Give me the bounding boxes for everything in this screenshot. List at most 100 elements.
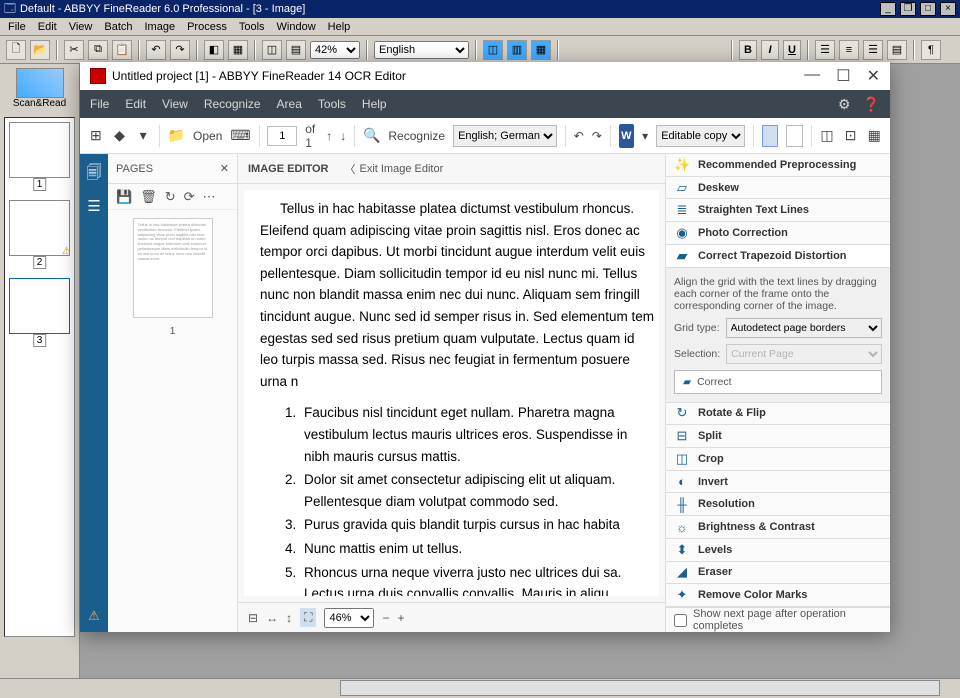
- fit-height-icon[interactable]: ↕: [286, 611, 292, 625]
- deskew[interactable]: ▱Deskew: [666, 177, 890, 200]
- fr14-menu-tools[interactable]: Tools: [318, 97, 346, 111]
- copy-icon[interactable]: ⧉: [88, 40, 108, 60]
- dropdown-icon[interactable]: ▾: [135, 124, 151, 148]
- page-up-icon[interactable]: ↑: [326, 129, 332, 143]
- recommended-preprocessing[interactable]: ✨Recommended Preprocessing: [666, 154, 890, 177]
- fr6-menu-window[interactable]: Window: [277, 21, 316, 33]
- word-icon[interactable]: W: [619, 124, 635, 148]
- fit-width-icon[interactable]: ↔: [266, 611, 278, 625]
- resolution[interactable]: ╫Resolution: [666, 493, 890, 516]
- straighten-lines[interactable]: ≣Straighten Text Lines: [666, 199, 890, 222]
- help-icon[interactable]: ❓: [863, 96, 880, 113]
- pages-close-icon[interactable]: ✕: [220, 162, 229, 175]
- redo-icon-14[interactable]: ↷: [592, 129, 602, 143]
- fr6-zoom-select[interactable]: 42%: [310, 41, 360, 59]
- fr6-btn-a[interactable]: ◧: [204, 40, 224, 60]
- tool-icon-a[interactable]: ◫: [819, 124, 835, 148]
- fr14-menu-view[interactable]: View: [162, 97, 188, 111]
- new-icon[interactable]: 🗋: [6, 40, 26, 60]
- photo-correction[interactable]: ◉Photo Correction: [666, 222, 890, 245]
- exit-editor-button[interactable]: 〈 Exit Image Editor: [344, 161, 443, 177]
- layout-icon-3[interactable]: ▦: [531, 40, 551, 60]
- language-select[interactable]: English; German: [453, 125, 557, 147]
- fr6-menu-process[interactable]: Process: [187, 21, 227, 33]
- zoom-in-icon[interactable]: +: [397, 611, 404, 625]
- fr6-max-button[interactable]: □: [920, 2, 936, 16]
- folder-icon[interactable]: 📁: [168, 124, 185, 148]
- editor-zoom-select[interactable]: 46%: [324, 608, 374, 628]
- fr6-menu-help[interactable]: Help: [328, 21, 351, 33]
- view-toggle-1[interactable]: [762, 125, 778, 147]
- brightness-contrast[interactable]: ☼Brightness & Contrast: [666, 516, 890, 539]
- new-project-icon[interactable]: ⊞: [88, 124, 104, 148]
- show-next-checkbox[interactable]: [674, 614, 687, 627]
- fr6-thumb-2[interactable]: 2: [9, 200, 70, 256]
- fr14-close-button[interactable]: ✕: [867, 66, 880, 86]
- warning-icon[interactable]: ⚠: [88, 608, 100, 624]
- fr6-min-button[interactable]: _: [880, 2, 896, 16]
- fr14-menu-edit[interactable]: Edit: [125, 97, 146, 111]
- fr14-min-button[interactable]: —: [804, 66, 820, 86]
- more-icon[interactable]: ⋯: [203, 189, 216, 205]
- fr6-hscroll[interactable]: [340, 680, 940, 696]
- open-label[interactable]: Open: [193, 129, 222, 143]
- fr6-menu-file[interactable]: File: [8, 21, 26, 33]
- pilcrow-icon[interactable]: ¶: [921, 40, 941, 60]
- fr14-menu-area[interactable]: Area: [277, 97, 302, 111]
- fr14-menu-file[interactable]: File: [90, 97, 109, 111]
- paste-icon[interactable]: 📋: [112, 40, 132, 60]
- levels[interactable]: ⬍Levels: [666, 539, 890, 562]
- underline-button[interactable]: U: [783, 40, 801, 60]
- undo-icon[interactable]: ↶: [146, 40, 166, 60]
- fr6-restore-button[interactable]: ❐: [900, 2, 916, 16]
- recognize-label[interactable]: Recognize: [388, 129, 445, 143]
- save-icon[interactable]: 💾: [116, 189, 132, 205]
- zoom-out-icon[interactable]: −: [382, 611, 389, 625]
- layers-icon[interactable]: ◆: [112, 124, 128, 148]
- fr14-max-button[interactable]: ☐: [836, 66, 850, 86]
- bold-button[interactable]: B: [739, 40, 757, 60]
- layout-icon-2[interactable]: ▥: [507, 40, 527, 60]
- align-right-icon[interactable]: ☰: [863, 40, 883, 60]
- remove-color-marks[interactable]: ✦Remove Color Marks: [666, 584, 890, 607]
- fr6-thumb-3[interactable]: 3: [9, 278, 70, 334]
- fr6-btn-b[interactable]: ▦: [228, 40, 248, 60]
- open-icon[interactable]: 📂: [30, 40, 50, 60]
- fr14-menu-recognize[interactable]: Recognize: [204, 97, 261, 111]
- fr6-menu-batch[interactable]: Batch: [104, 21, 132, 33]
- correct-button[interactable]: ▰ Correct: [674, 370, 882, 394]
- eraser[interactable]: ◢Eraser: [666, 562, 890, 585]
- pages-icon[interactable]: 🗐: [87, 162, 102, 187]
- align-justify-icon[interactable]: ▤: [887, 40, 907, 60]
- fr6-menu-edit[interactable]: Edit: [38, 21, 57, 33]
- undo-icon-14[interactable]: ↶: [574, 129, 584, 143]
- page-input[interactable]: [267, 126, 297, 146]
- page-down-icon[interactable]: ↓: [340, 129, 346, 143]
- split[interactable]: ⊟Split: [666, 425, 890, 448]
- crop[interactable]: ◫Crop: [666, 448, 890, 471]
- refresh-icon[interactable]: ⟳: [184, 189, 195, 205]
- tool-icon-b[interactable]: ⊡: [843, 124, 859, 148]
- layout-icon-1[interactable]: ◫: [483, 40, 503, 60]
- fr6-menu-tools[interactable]: Tools: [239, 21, 265, 33]
- fit-screen-icon[interactable]: ⛶: [300, 608, 316, 627]
- fr6-menu-image[interactable]: Image: [145, 21, 176, 33]
- fr6-close-button[interactable]: ×: [940, 2, 956, 16]
- grid-type-select[interactable]: Autodetect page borders: [726, 318, 882, 338]
- fr6-language-select[interactable]: English: [374, 41, 469, 59]
- rotate-flip[interactable]: ↻Rotate & Flip: [666, 403, 890, 426]
- selection-select[interactable]: Current Page: [726, 344, 882, 364]
- view-toggle-2[interactable]: [786, 125, 802, 147]
- fr6-btn-c[interactable]: ◫: [262, 40, 282, 60]
- invert[interactable]: ◐Invert: [666, 471, 890, 494]
- italic-button[interactable]: I: [761, 40, 779, 60]
- delete-icon[interactable]: 🗑: [140, 189, 157, 205]
- document-view[interactable]: Tellus in hac habitasse platea dictumst …: [244, 190, 659, 596]
- redo-icon[interactable]: ↷: [170, 40, 190, 60]
- page-thumbnail[interactable]: Tellus in hac habitasse platea dictumst …: [133, 218, 213, 318]
- fr6-thumb-1[interactable]: 1: [9, 122, 70, 178]
- align-center-icon[interactable]: ≡: [839, 40, 859, 60]
- settings-icon[interactable]: ⚙: [838, 96, 851, 113]
- foot-icon-1[interactable]: ⊟: [248, 611, 258, 625]
- scan-read-button[interactable]: Scan&Read: [0, 64, 79, 113]
